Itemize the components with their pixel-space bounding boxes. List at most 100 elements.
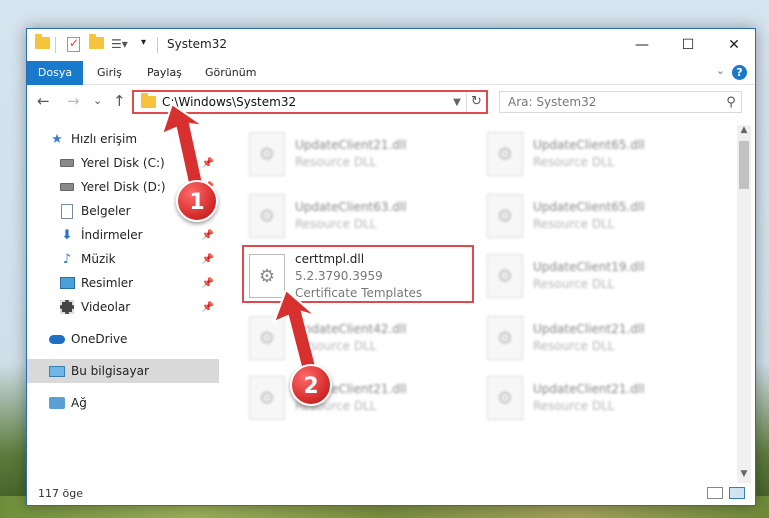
address-dropdown-icon[interactable]: ▼	[448, 97, 466, 108]
file-type: Resource DLL	[295, 155, 377, 169]
callout-badge-2: 2	[290, 364, 332, 406]
file-type: Resource DLL	[533, 339, 615, 353]
vertical-scrollbar[interactable]: ▲ ▼	[737, 125, 751, 483]
music-icon: ♪	[62, 251, 72, 267]
sidebar-item-videos[interactable]: Videolar 📌	[27, 295, 219, 319]
document-icon	[59, 203, 75, 219]
file-name: UpdateClient21.dll	[533, 382, 645, 396]
file-name: UpdateClient21.dll	[295, 138, 407, 152]
window-title: System32	[167, 37, 228, 51]
sidebar-item-network[interactable]: Ağ	[27, 391, 219, 415]
pin-icon[interactable]: 📌	[202, 230, 214, 241]
recent-locations-button[interactable]: ⌄	[93, 94, 102, 107]
refresh-icon[interactable]: ↻	[466, 92, 486, 112]
customize-toolbar-icon[interactable]: ☰▾	[111, 37, 128, 51]
scroll-thumb[interactable]	[739, 141, 749, 189]
file-type: Resource DLL	[295, 217, 377, 231]
minimize-button[interactable]: —	[619, 29, 665, 61]
tab-giris[interactable]: Giriş	[97, 61, 122, 85]
file-item[interactable]: ⚙ UpdateClient21.dll Resource DLL	[487, 309, 717, 367]
dll-file-icon: ⚙	[487, 316, 523, 360]
file-type: Resource DLL	[533, 217, 615, 231]
computer-icon	[49, 363, 65, 379]
large-icons-view-icon[interactable]	[729, 487, 745, 499]
file-name: UpdateClient19.dll	[533, 260, 645, 274]
pin-icon[interactable]: 📌	[202, 302, 214, 313]
sidebar-item-this-pc[interactable]: Bu bilgisayar	[27, 359, 219, 383]
sidebar-item-onedrive[interactable]: OneDrive	[27, 327, 219, 351]
sidebar-item-downloads[interactable]: ⬇ İndirmeler 📌	[27, 223, 219, 247]
file-name: UpdateClient65.dll	[533, 138, 645, 152]
file-name: UpdateClient21.dll	[533, 322, 645, 336]
up-button[interactable]: ↑	[113, 92, 126, 110]
file-name: UpdateClient63.dll	[295, 200, 407, 214]
sidebar-item-label: Bu bilgisayar	[71, 364, 149, 378]
folder-icon	[35, 34, 50, 49]
expand-ribbon-icon[interactable]: ⌄	[716, 64, 725, 77]
tab-paylas[interactable]: Paylaş	[147, 61, 182, 85]
sidebar-item-pictures[interactable]: Resimler 📌	[27, 271, 219, 295]
pictures-icon	[59, 275, 75, 291]
separator	[55, 37, 56, 53]
separator	[157, 37, 158, 53]
sidebar-item-label: Belgeler	[81, 204, 131, 218]
new-folder-icon[interactable]	[89, 34, 104, 49]
dll-file-icon: ⚙	[249, 132, 285, 176]
tab-gorunum[interactable]: Görünüm	[205, 61, 256, 85]
file-item[interactable]: ⚙ UpdateClient63.dll Resource DLL	[249, 187, 479, 245]
navigation-bar: ← → ⌄ ↑ C:\Windows\System32 ▼ ↻ Ara: Sys…	[27, 89, 755, 115]
sidebar-item-label: Resimler	[81, 276, 134, 290]
dll-file-icon: ⚙	[249, 194, 285, 238]
ribbon-tabs: Dosya Giriş Paylaş Görünüm ⌄ ?	[27, 61, 755, 85]
sidebar-item-label: Hızlı erişim	[71, 132, 138, 146]
dll-file-icon: ⚙	[487, 254, 523, 298]
dll-file-icon: ⚙	[487, 132, 523, 176]
item-count: 117 öge	[38, 486, 83, 500]
sidebar-item-label: Müzik	[81, 252, 116, 266]
sidebar-item-music[interactable]: ♪ Müzik 📌	[27, 247, 219, 271]
cloud-icon	[49, 331, 65, 347]
network-icon	[49, 395, 65, 411]
tab-dosya[interactable]: Dosya	[27, 61, 83, 85]
file-item[interactable]: ⚙ UpdateClient21.dll Resource DLL	[487, 369, 717, 427]
help-icon[interactable]: ?	[732, 65, 747, 80]
scroll-up-icon[interactable]: ▲	[737, 125, 751, 139]
search-input[interactable]: Ara: System32	[508, 95, 721, 109]
videos-icon	[59, 299, 75, 315]
download-icon: ⬇	[61, 227, 73, 243]
details-view-icon[interactable]	[707, 487, 723, 499]
sidebar-item-label: Yerel Disk (D:)	[81, 180, 166, 194]
file-item[interactable]: ⚙ UpdateClient65.dll Resource DLL	[487, 187, 717, 245]
forward-button[interactable]: →	[67, 92, 80, 110]
back-button[interactable]: ←	[37, 92, 50, 110]
file-name: UpdateClient65.dll	[533, 200, 645, 214]
close-button[interactable]: ✕	[711, 29, 757, 61]
sidebar-item-label: Yerel Disk (C:)	[81, 156, 165, 170]
sidebar-item-label: Ağ	[71, 396, 87, 410]
file-item[interactable]: ⚙ UpdateClient19.dll Resource DLL	[487, 247, 717, 305]
folder-icon	[141, 93, 156, 108]
dll-file-icon: ⚙	[487, 376, 523, 420]
sidebar-item-label: İndirmeler	[81, 228, 143, 242]
drive-icon	[59, 155, 75, 171]
callout-badge-1: 1	[176, 180, 218, 222]
drive-icon	[59, 179, 75, 195]
status-bar: 117 öge	[27, 481, 755, 505]
star-icon: ★	[51, 131, 63, 147]
pin-icon[interactable]: 📌	[202, 278, 214, 289]
file-item[interactable]: ⚙ UpdateClient21.dll Resource DLL	[249, 125, 479, 183]
sidebar-item-label: OneDrive	[71, 332, 128, 346]
file-explorer-window: ☰▾ ▾ System32 — ☐ ✕ Dosya Giriş Paylaş G…	[26, 28, 756, 506]
pin-icon[interactable]: 📌	[202, 254, 214, 265]
file-type: Resource DLL	[533, 399, 615, 413]
file-type: Resource DLL	[533, 277, 615, 291]
search-icon[interactable]: ⚲	[721, 95, 741, 110]
maximize-button[interactable]: ☐	[665, 29, 711, 61]
properties-icon[interactable]	[67, 36, 80, 52]
search-box[interactable]: Ara: System32 ⚲	[499, 91, 742, 113]
dll-file-icon: ⚙	[487, 194, 523, 238]
file-type: Resource DLL	[533, 155, 615, 169]
toolbar-dropdown-icon[interactable]: ▾	[141, 37, 146, 48]
file-item[interactable]: ⚙ UpdateClient65.dll Resource DLL	[487, 125, 717, 183]
sidebar-item-label: Videolar	[81, 300, 131, 314]
